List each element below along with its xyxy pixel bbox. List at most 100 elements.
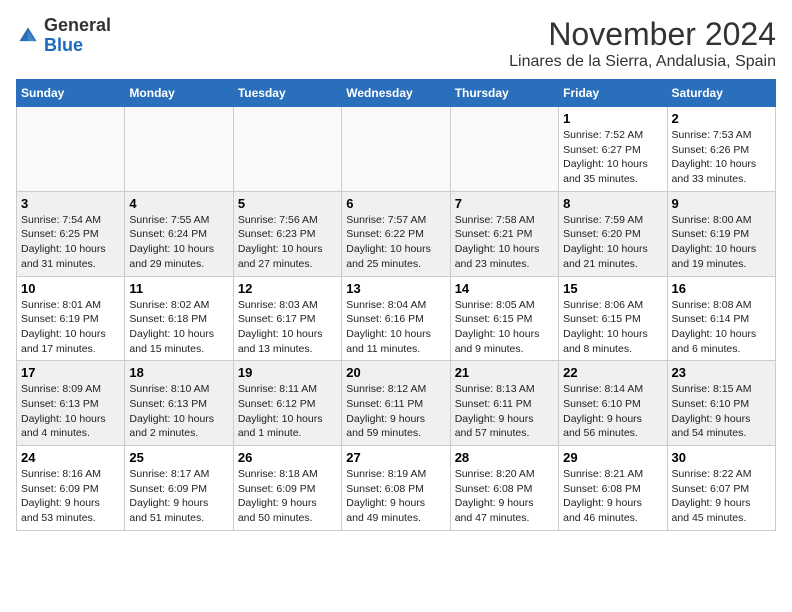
calendar-cell: 8 Sunrise: 7:59 AM Sunset: 6:20 PM Daylig…: [559, 191, 667, 276]
month-title: November 2024: [509, 16, 776, 53]
calendar-cell: [342, 107, 450, 192]
day-number: 4: [129, 196, 228, 211]
day-info: Sunrise: 8:01 AM Sunset: 6:19 PM Dayligh…: [21, 298, 120, 357]
logo: General Blue: [16, 16, 111, 56]
day-number: 18: [129, 365, 228, 380]
day-number: 2: [672, 111, 771, 126]
day-number: 22: [563, 365, 662, 380]
day-info: Sunrise: 8:02 AM Sunset: 6:18 PM Dayligh…: [129, 298, 228, 357]
weekday-header: Saturday: [667, 80, 775, 107]
calendar-cell: 18 Sunrise: 8:10 AM Sunset: 6:13 PM Dayli…: [125, 361, 233, 446]
calendar-cell: 29 Sunrise: 8:21 AM Sunset: 6:08 PM Dayli…: [559, 446, 667, 531]
day-number: 30: [672, 450, 771, 465]
weekday-header: Friday: [559, 80, 667, 107]
page-header: General Blue November 2024 Linares de la…: [16, 16, 776, 71]
calendar-cell: 9 Sunrise: 8:00 AM Sunset: 6:19 PM Daylig…: [667, 191, 775, 276]
calendar-cell: [125, 107, 233, 192]
day-number: 17: [21, 365, 120, 380]
day-info: Sunrise: 8:03 AM Sunset: 6:17 PM Dayligh…: [238, 298, 337, 357]
day-number: 7: [455, 196, 554, 211]
day-number: 26: [238, 450, 337, 465]
calendar-cell: 25Sunrise: 8:17 AM Sunset: 6:09 PM Dayli…: [125, 446, 233, 531]
calendar-cell: 20 Sunrise: 8:12 AM Sunset: 6:11 PM Dayli…: [342, 361, 450, 446]
day-number: 12: [238, 281, 337, 296]
calendar-cell: 21 Sunrise: 8:13 AM Sunset: 6:11 PM Dayli…: [450, 361, 558, 446]
day-info: Sunrise: 8:19 AM Sunset: 6:08 PM Dayligh…: [346, 467, 445, 526]
calendar-cell: 22 Sunrise: 8:14 AM Sunset: 6:10 PM Dayli…: [559, 361, 667, 446]
day-number: 11: [129, 281, 228, 296]
day-number: 21: [455, 365, 554, 380]
day-info: Sunrise: 8:05 AM Sunset: 6:15 PM Dayligh…: [455, 298, 554, 357]
day-info: Sunrise: 8:18 AM Sunset: 6:09 PM Dayligh…: [238, 467, 337, 526]
weekday-header: Tuesday: [233, 80, 341, 107]
calendar-cell: 5Sunrise: 7:56 AM Sunset: 6:23 PM Daylig…: [233, 191, 341, 276]
calendar-cell: 30 Sunrise: 8:22 AM Sunset: 6:07 PM Dayli…: [667, 446, 775, 531]
day-info: Sunrise: 7:56 AM Sunset: 6:23 PM Dayligh…: [238, 213, 337, 272]
day-info: Sunrise: 8:14 AM Sunset: 6:10 PM Dayligh…: [563, 382, 662, 441]
calendar-cell: 19Sunrise: 8:11 AM Sunset: 6:12 PM Dayli…: [233, 361, 341, 446]
day-number: 9: [672, 196, 771, 211]
calendar-cell: 24 Sunrise: 8:16 AM Sunset: 6:09 PM Dayli…: [17, 446, 125, 531]
calendar-cell: 14 Sunrise: 8:05 AM Sunset: 6:15 PM Dayli…: [450, 276, 558, 361]
day-info: Sunrise: 7:54 AM Sunset: 6:25 PM Dayligh…: [21, 213, 120, 272]
calendar-week-row: 10Sunrise: 8:01 AM Sunset: 6:19 PM Dayli…: [17, 276, 776, 361]
day-info: Sunrise: 8:00 AM Sunset: 6:19 PM Dayligh…: [672, 213, 771, 272]
calendar-cell: 2 Sunrise: 7:53 AM Sunset: 6:26 PM Daylig…: [667, 107, 775, 192]
calendar-cell: 23 Sunrise: 8:15 AM Sunset: 6:10 PM Dayli…: [667, 361, 775, 446]
calendar-cell: 11 Sunrise: 8:02 AM Sunset: 6:18 PM Dayli…: [125, 276, 233, 361]
day-number: 8: [563, 196, 662, 211]
day-info: Sunrise: 8:21 AM Sunset: 6:08 PM Dayligh…: [563, 467, 662, 526]
day-info: Sunrise: 8:16 AM Sunset: 6:09 PM Dayligh…: [21, 467, 120, 526]
calendar-cell: 28 Sunrise: 8:20 AM Sunset: 6:08 PM Dayli…: [450, 446, 558, 531]
calendar-cell: 15Sunrise: 8:06 AM Sunset: 6:15 PM Dayli…: [559, 276, 667, 361]
day-info: Sunrise: 8:22 AM Sunset: 6:07 PM Dayligh…: [672, 467, 771, 526]
day-info: Sunrise: 8:13 AM Sunset: 6:11 PM Dayligh…: [455, 382, 554, 441]
calendar-cell: 16 Sunrise: 8:08 AM Sunset: 6:14 PM Dayli…: [667, 276, 775, 361]
day-info: Sunrise: 7:58 AM Sunset: 6:21 PM Dayligh…: [455, 213, 554, 272]
calendar-cell: 3 Sunrise: 7:54 AM Sunset: 6:25 PM Daylig…: [17, 191, 125, 276]
calendar-week-row: 24 Sunrise: 8:16 AM Sunset: 6:09 PM Dayli…: [17, 446, 776, 531]
weekday-header: Monday: [125, 80, 233, 107]
day-info: Sunrise: 8:09 AM Sunset: 6:13 PM Dayligh…: [21, 382, 120, 441]
calendar-cell: 26 Sunrise: 8:18 AM Sunset: 6:09 PM Dayli…: [233, 446, 341, 531]
title-block: November 2024 Linares de la Sierra, Anda…: [509, 16, 776, 71]
day-number: 20: [346, 365, 445, 380]
day-info: Sunrise: 8:10 AM Sunset: 6:13 PM Dayligh…: [129, 382, 228, 441]
day-number: 28: [455, 450, 554, 465]
weekday-header-row: SundayMondayTuesdayWednesdayThursdayFrid…: [17, 80, 776, 107]
calendar-week-row: 17 Sunrise: 8:09 AM Sunset: 6:13 PM Dayli…: [17, 361, 776, 446]
day-number: 23: [672, 365, 771, 380]
calendar-cell: 1 Sunrise: 7:52 AM Sunset: 6:27 PM Daylig…: [559, 107, 667, 192]
day-info: Sunrise: 7:53 AM Sunset: 6:26 PM Dayligh…: [672, 128, 771, 187]
location: Linares de la Sierra, Andalusia, Spain: [509, 53, 776, 71]
day-number: 29: [563, 450, 662, 465]
day-info: Sunrise: 8:15 AM Sunset: 6:10 PM Dayligh…: [672, 382, 771, 441]
weekday-header: Thursday: [450, 80, 558, 107]
day-number: 14: [455, 281, 554, 296]
day-number: 16: [672, 281, 771, 296]
day-info: Sunrise: 8:11 AM Sunset: 6:12 PM Dayligh…: [238, 382, 337, 441]
logo-general: General: [44, 16, 111, 36]
calendar-cell: 12 Sunrise: 8:03 AM Sunset: 6:17 PM Dayli…: [233, 276, 341, 361]
day-number: 24: [21, 450, 120, 465]
calendar-week-row: 3 Sunrise: 7:54 AM Sunset: 6:25 PM Daylig…: [17, 191, 776, 276]
calendar: SundayMondayTuesdayWednesdayThursdayFrid…: [16, 79, 776, 531]
day-number: 1: [563, 111, 662, 126]
day-info: Sunrise: 8:20 AM Sunset: 6:08 PM Dayligh…: [455, 467, 554, 526]
logo-icon: [16, 24, 40, 48]
calendar-cell: 6Sunrise: 7:57 AM Sunset: 6:22 PM Daylig…: [342, 191, 450, 276]
day-number: 25: [129, 450, 228, 465]
day-number: 3: [21, 196, 120, 211]
day-info: Sunrise: 7:59 AM Sunset: 6:20 PM Dayligh…: [563, 213, 662, 272]
day-number: 6: [346, 196, 445, 211]
calendar-cell: [17, 107, 125, 192]
calendar-cell: 13Sunrise: 8:04 AM Sunset: 6:16 PM Dayli…: [342, 276, 450, 361]
day-info: Sunrise: 8:08 AM Sunset: 6:14 PM Dayligh…: [672, 298, 771, 357]
day-info: Sunrise: 8:04 AM Sunset: 6:16 PM Dayligh…: [346, 298, 445, 357]
day-number: 27: [346, 450, 445, 465]
day-info: Sunrise: 7:55 AM Sunset: 6:24 PM Dayligh…: [129, 213, 228, 272]
weekday-header: Wednesday: [342, 80, 450, 107]
calendar-cell: 4 Sunrise: 7:55 AM Sunset: 6:24 PM Daylig…: [125, 191, 233, 276]
day-info: Sunrise: 8:12 AM Sunset: 6:11 PM Dayligh…: [346, 382, 445, 441]
day-info: Sunrise: 7:52 AM Sunset: 6:27 PM Dayligh…: [563, 128, 662, 187]
